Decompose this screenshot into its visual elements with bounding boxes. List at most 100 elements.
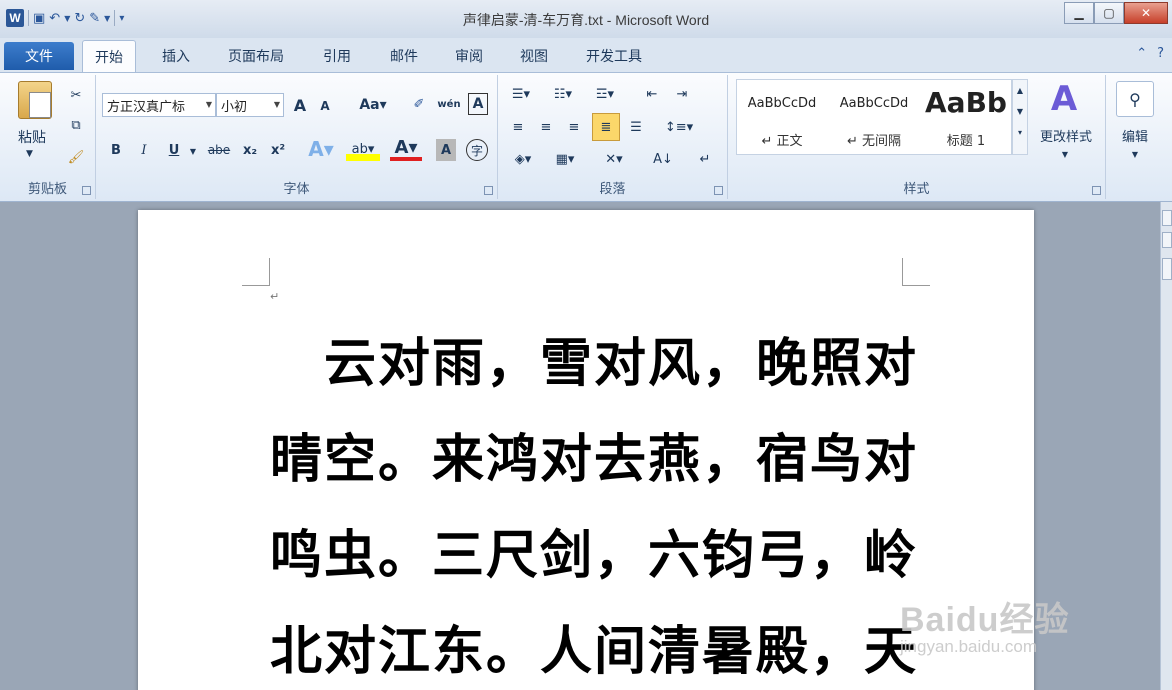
numbering-icon[interactable]: ☷▾ xyxy=(548,83,578,105)
editing-button[interactable]: 编辑 xyxy=(1114,125,1156,145)
style-gallery-scroll[interactable]: ▲ ▼ ▾ xyxy=(1012,79,1028,155)
bullets-icon[interactable]: ☰▾ xyxy=(506,83,536,105)
text-line: 晴空。来鸿对去燕，宿鸟对 xyxy=(270,430,919,490)
crop-mark xyxy=(242,258,270,286)
grow-font-icon[interactable]: A xyxy=(290,95,310,115)
tab-page-layout[interactable]: 页面布局 xyxy=(228,46,284,66)
scroll-up-icon[interactable] xyxy=(1162,232,1172,248)
style-normal[interactable]: AaBbCcDd ↵ 正文 xyxy=(737,80,827,154)
borders-icon[interactable]: ▦▾ xyxy=(548,147,582,171)
phonetic-guide-icon[interactable]: wén xyxy=(436,93,462,115)
watermark: Baidu经验 jingyan.baidu.com xyxy=(900,592,1069,657)
tab-references[interactable]: 引用 xyxy=(323,46,351,66)
paste-icon[interactable] xyxy=(18,81,52,119)
more-icon[interactable]: ▾ xyxy=(1013,128,1027,137)
change-styles-button[interactable]: 更改样式 xyxy=(1034,125,1098,145)
text-effects-icon[interactable]: A▾ xyxy=(306,137,336,161)
paste-dropdown-icon[interactable]: ▼ xyxy=(26,149,33,159)
align-right-icon[interactable]: ≡ xyxy=(562,115,586,139)
style-sample: AaBbCcDd xyxy=(839,96,909,111)
cut-icon[interactable]: ✂ xyxy=(66,85,86,105)
chevron-down-icon[interactable]: ▼ xyxy=(1128,147,1142,161)
document-body[interactable]: 云对雨，雪对风，晚照对 晴空。来鸿对去燕，宿鸟对 鸣虫。三尺剑，六钧弓，岭 北对… xyxy=(270,316,919,690)
tab-view[interactable]: 视图 xyxy=(520,46,548,66)
decrease-indent-icon[interactable]: ⇤ xyxy=(640,83,664,105)
minimize-ribbon-icon[interactable]: ⌃ xyxy=(1136,46,1147,61)
highlight-icon[interactable]: ab▾ xyxy=(346,137,380,161)
tab-file[interactable]: 文件 xyxy=(4,42,74,70)
enclose-characters-icon[interactable]: 字 xyxy=(466,139,488,161)
watermark-logo: Baidu经验 xyxy=(900,601,1070,639)
find-icon[interactable]: ⚲ xyxy=(1116,81,1154,117)
crop-mark xyxy=(902,258,930,286)
superscript-button[interactable]: x² xyxy=(266,139,290,161)
ribbon-tabs: 文件 开始 插入 页面布局 引用 邮件 审阅 视图 开发工具 ⌃ ? xyxy=(0,38,1172,72)
tab-insert[interactable]: 插入 xyxy=(162,46,190,66)
style-heading-1[interactable]: AaBb 标题 1 xyxy=(921,80,1011,154)
chevron-down-icon[interactable]: ▼ xyxy=(1058,147,1072,161)
font-size-value: 小初 xyxy=(221,99,248,115)
clear-format-icon[interactable]: ✐ xyxy=(408,93,430,115)
ribbon: 粘贴 ▼ ✂ ⧉ 🖌 剪贴板 方正汉真广标 ▼ 小初 ▼ A A Aa ▾ ✐ w… xyxy=(0,72,1172,202)
bold-button[interactable]: B xyxy=(106,139,126,161)
font-color-icon[interactable]: A▾ xyxy=(390,137,422,161)
text-line: 云对雨，雪对风，晚照对 xyxy=(270,334,919,394)
ruler-toggle-icon[interactable] xyxy=(1162,210,1172,226)
style-sample: AaBb xyxy=(925,86,1007,119)
italic-button[interactable]: I xyxy=(134,139,154,161)
maximize-icon[interactable]: ▢ xyxy=(1094,2,1124,24)
vertical-scrollbar[interactable] xyxy=(1160,202,1172,690)
align-left-icon[interactable]: ≡ xyxy=(506,115,530,139)
paragraph-mark: ↵ xyxy=(270,290,280,303)
justify-icon[interactable]: ≣ xyxy=(592,113,620,141)
format-painter-icon[interactable]: 🖌 xyxy=(66,147,86,167)
character-shading-icon[interactable]: A xyxy=(436,139,456,161)
scroll-thumb[interactable] xyxy=(1162,258,1172,280)
editing-group: ⚲ 编辑 ▼ xyxy=(1106,75,1166,199)
text-line: 北对江东。人间清暑殿，天 xyxy=(270,622,919,682)
chevron-down-icon[interactable]: ▼ xyxy=(274,100,280,109)
font-launcher-icon[interactable] xyxy=(484,186,493,195)
window-controls: ▁ ▢ ✕ xyxy=(1064,2,1168,24)
style-no-spacing[interactable]: AaBbCcDd ↵ 无间隔 xyxy=(829,80,919,154)
underline-button[interactable]: U xyxy=(164,139,184,161)
sort-icon[interactable]: A↓ xyxy=(650,147,676,171)
show-marks-icon[interactable]: ↵ xyxy=(694,147,716,171)
increase-indent-icon[interactable]: ⇥ xyxy=(670,83,694,105)
help-icon[interactable]: ? xyxy=(1157,46,1164,61)
close-icon[interactable]: ✕ xyxy=(1124,2,1168,24)
minimize-icon[interactable]: ▁ xyxy=(1064,2,1094,24)
font-group-label: 字体 xyxy=(283,182,310,197)
tab-developer[interactable]: 开发工具 xyxy=(586,46,642,66)
shading-icon[interactable]: ◈▾ xyxy=(506,147,540,171)
tab-home[interactable]: 开始 xyxy=(82,40,136,72)
character-border-icon[interactable]: A xyxy=(468,93,488,115)
title-bar: W ▣ ↶ ▼ ↻ ✎ ▼ ▾ 声律启蒙-清-车万育.txt - Microso… xyxy=(0,0,1172,38)
multilevel-list-icon[interactable]: ☲▾ xyxy=(590,83,620,105)
distribute-icon[interactable]: ☰ xyxy=(624,115,648,139)
subscript-button[interactable]: x₂ xyxy=(238,139,262,161)
chinese-layout-icon[interactable]: ✕▾ xyxy=(596,147,632,171)
clipboard-group: 粘贴 ▼ ✂ ⧉ 🖌 剪贴板 xyxy=(0,75,96,199)
chevron-down-icon[interactable]: ▼ xyxy=(1013,107,1027,116)
chevron-down-icon[interactable]: ▼ xyxy=(206,100,212,109)
chevron-up-icon[interactable]: ▲ xyxy=(1013,86,1027,95)
strikethrough-button[interactable]: abe xyxy=(204,139,234,161)
styles-launcher-icon[interactable] xyxy=(1092,186,1101,195)
clipboard-launcher-icon[interactable] xyxy=(82,186,91,195)
copy-icon[interactable]: ⧉ xyxy=(66,115,86,135)
shrink-font-icon[interactable]: A xyxy=(316,97,334,115)
font-group: 方正汉真广标 ▼ 小初 ▼ A A Aa ▾ ✐ wén A B I U ▼ ab… xyxy=(96,75,498,199)
line-spacing-icon[interactable]: ↕≡▾ xyxy=(662,115,696,139)
change-case-icon[interactable]: Aa ▾ xyxy=(356,95,390,115)
tab-review[interactable]: 审阅 xyxy=(455,46,483,66)
font-size-combo[interactable]: 小初 ▼ xyxy=(216,93,284,117)
paragraph-group-label: 段落 xyxy=(599,182,626,197)
paste-button[interactable]: 粘贴 xyxy=(18,127,46,147)
font-name-combo[interactable]: 方正汉真广标 ▼ xyxy=(102,93,216,117)
align-center-icon[interactable]: ≡ xyxy=(534,115,558,139)
tab-mailings[interactable]: 邮件 xyxy=(390,46,418,66)
underline-dropdown-icon[interactable]: ▼ xyxy=(188,141,198,161)
change-styles-icon[interactable]: A xyxy=(1044,79,1084,119)
paragraph-launcher-icon[interactable] xyxy=(714,186,723,195)
